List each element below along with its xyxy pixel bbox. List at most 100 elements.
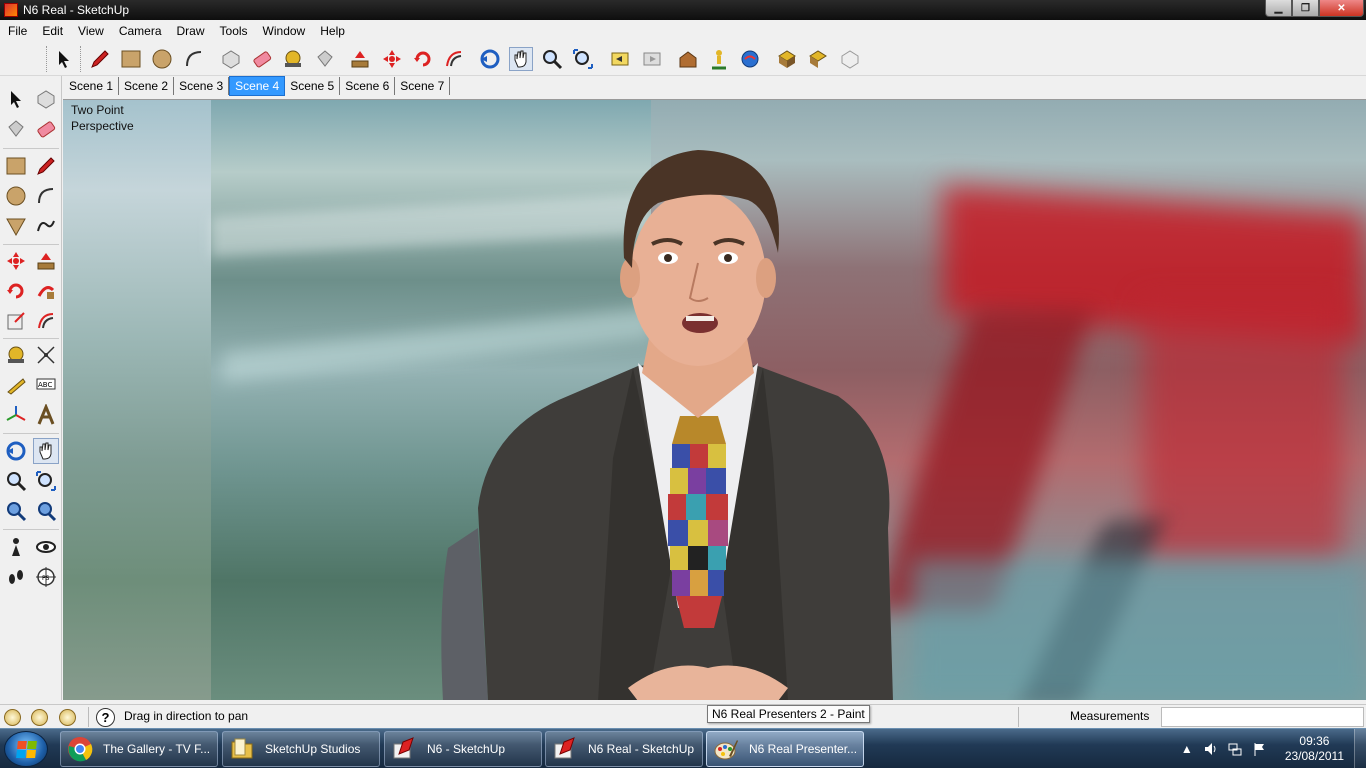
arc-tool-icon[interactable] <box>33 183 59 209</box>
taskbar-item-sketchup-n6[interactable]: N6 - SketchUp <box>384 731 542 767</box>
tab-scene-4[interactable]: Scene 4 <box>229 76 286 96</box>
make-component-icon[interactable] <box>33 86 59 112</box>
move-tool-icon[interactable] <box>3 248 29 274</box>
menu-help[interactable]: Help <box>313 21 353 41</box>
model-viewport[interactable]: Two Point Perspective <box>63 99 1366 700</box>
toggle-terrain-icon[interactable] <box>806 47 830 71</box>
tab-scene-2[interactable]: Scene 2 <box>119 77 175 95</box>
orbit-tool-icon[interactable] <box>478 47 502 71</box>
polygon-tool-icon[interactable] <box>3 213 29 239</box>
pencil-tool-icon[interactable] <box>88 47 112 71</box>
pan-tool-icon[interactable] <box>509 47 533 71</box>
previous-view-icon[interactable] <box>608 47 632 71</box>
tray-expand-arrow-icon[interactable]: ▲ <box>1179 741 1195 757</box>
circle-tool-icon[interactable] <box>150 47 174 71</box>
tape-measure-icon[interactable] <box>281 47 305 71</box>
select-tool-icon[interactable] <box>3 86 29 112</box>
clock[interactable]: 09:36 23/08/2011 <box>1285 734 1344 764</box>
geo-location-icon[interactable] <box>4 709 21 726</box>
svg-text:PS: PS <box>42 575 50 582</box>
tab-scene-7[interactable]: Scene 7 <box>395 77 451 95</box>
toolbar-grip[interactable] <box>46 46 49 72</box>
next-view-icon[interactable] <box>640 47 664 71</box>
push-pull-icon[interactable] <box>33 248 59 274</box>
share-model-icon[interactable] <box>838 47 862 71</box>
user-icon[interactable] <box>59 709 76 726</box>
circle-tool-icon[interactable] <box>3 183 29 209</box>
follow-me-icon[interactable] <box>33 278 59 304</box>
get-models-icon[interactable] <box>676 47 700 71</box>
menu-tools[interactable]: Tools <box>213 21 256 41</box>
menu-view[interactable]: View <box>71 21 112 41</box>
menu-file[interactable]: File <box>1 21 35 41</box>
dimension-tool-icon[interactable] <box>33 342 59 368</box>
zoom-tool-icon[interactable] <box>540 47 564 71</box>
menu-edit[interactable]: Edit <box>35 21 71 41</box>
offset-tool-icon[interactable] <box>442 47 466 71</box>
paint-icon <box>714 740 738 760</box>
paint-bucket-icon[interactable] <box>3 116 29 142</box>
tab-scene-5[interactable]: Scene 5 <box>285 77 341 95</box>
credits-icon[interactable] <box>31 709 48 726</box>
menu-draw[interactable]: Draw <box>170 21 213 41</box>
rectangle-tool-icon[interactable] <box>3 153 29 179</box>
offset-tool-icon[interactable] <box>33 308 59 334</box>
minimize-button[interactable]: ▁ <box>1265 0 1292 17</box>
taskbar-item-folder[interactable]: SketchUp Studios <box>222 731 380 767</box>
eraser-tool-icon[interactable] <box>33 116 59 142</box>
start-button[interactable] <box>4 731 48 767</box>
look-around-icon[interactable] <box>33 534 59 560</box>
tab-scene-3[interactable]: Scene 3 <box>174 77 230 95</box>
tape-measure-icon[interactable] <box>3 342 29 368</box>
taskbar-item-paint[interactable]: N6 Real Presenter... <box>706 731 864 767</box>
select-tool-icon[interactable] <box>52 47 76 71</box>
line-tool-icon[interactable] <box>33 153 59 179</box>
3d-text-tool-icon[interactable] <box>33 402 59 428</box>
place-model-icon[interactable] <box>707 47 731 71</box>
google-earth-icon[interactable] <box>738 47 762 71</box>
zoom-window-icon[interactable] <box>33 468 59 494</box>
menu-camera[interactable]: Camera <box>112 21 170 41</box>
speaker-icon[interactable] <box>1203 741 1219 757</box>
previous-view-icon[interactable] <box>33 498 59 524</box>
measurements-input[interactable] <box>1161 707 1364 727</box>
paint-bucket-icon[interactable] <box>313 47 337 71</box>
freehand-tool-icon[interactable] <box>33 213 59 239</box>
axes-tool-icon[interactable] <box>3 402 29 428</box>
toolbar-grip[interactable] <box>80 46 83 72</box>
status-message: Drag in direction to pan <box>124 709 249 723</box>
tab-scene-6[interactable]: Scene 6 <box>340 77 396 95</box>
section-plane-icon[interactable]: PS <box>33 564 59 590</box>
eraser-tool-icon[interactable] <box>250 47 274 71</box>
get-current-view-icon[interactable] <box>775 47 799 71</box>
taskbar-item-sketchup-n6-real[interactable]: N6 Real - SketchUp <box>545 731 703 767</box>
rotate-tool-icon[interactable] <box>411 47 435 71</box>
help-icon[interactable]: ? <box>96 708 115 727</box>
arc-tool-icon[interactable] <box>182 47 206 71</box>
rectangle-tool-icon[interactable] <box>119 47 143 71</box>
pan-tool-icon[interactable] <box>33 438 59 464</box>
walk-tool-icon[interactable] <box>3 564 29 590</box>
show-desktop-button[interactable] <box>1354 729 1366 768</box>
push-pull-icon[interactable] <box>348 47 372 71</box>
maximize-button[interactable]: ❐ <box>1292 0 1319 17</box>
protractor-tool-icon[interactable] <box>3 372 29 398</box>
menu-window[interactable]: Window <box>256 21 314 41</box>
network-icon[interactable] <box>1227 741 1243 757</box>
presenter-figure[interactable] <box>418 128 948 700</box>
make-component-icon[interactable] <box>219 47 243 71</box>
rotate-tool-icon[interactable] <box>3 278 29 304</box>
scale-tool-icon[interactable] <box>3 308 29 334</box>
action-center-flag-icon[interactable] <box>1251 741 1267 757</box>
zoom-extents-icon[interactable] <box>3 498 29 524</box>
taskbar-item-chrome[interactable]: The Gallery - TV F... <box>60 731 218 767</box>
position-camera-icon[interactable] <box>3 534 29 560</box>
zoom-tool-icon[interactable] <box>3 468 29 494</box>
move-tool-icon[interactable] <box>380 47 404 71</box>
text-tool-icon[interactable]: ABC <box>33 372 59 398</box>
taskbar-item-label: SketchUp Studios <box>265 742 361 756</box>
tab-scene-1[interactable]: Scene 1 <box>64 77 120 95</box>
zoom-extents-icon[interactable] <box>571 47 595 71</box>
close-button[interactable]: ✕ <box>1319 0 1364 17</box>
orbit-tool-icon[interactable] <box>3 438 29 464</box>
